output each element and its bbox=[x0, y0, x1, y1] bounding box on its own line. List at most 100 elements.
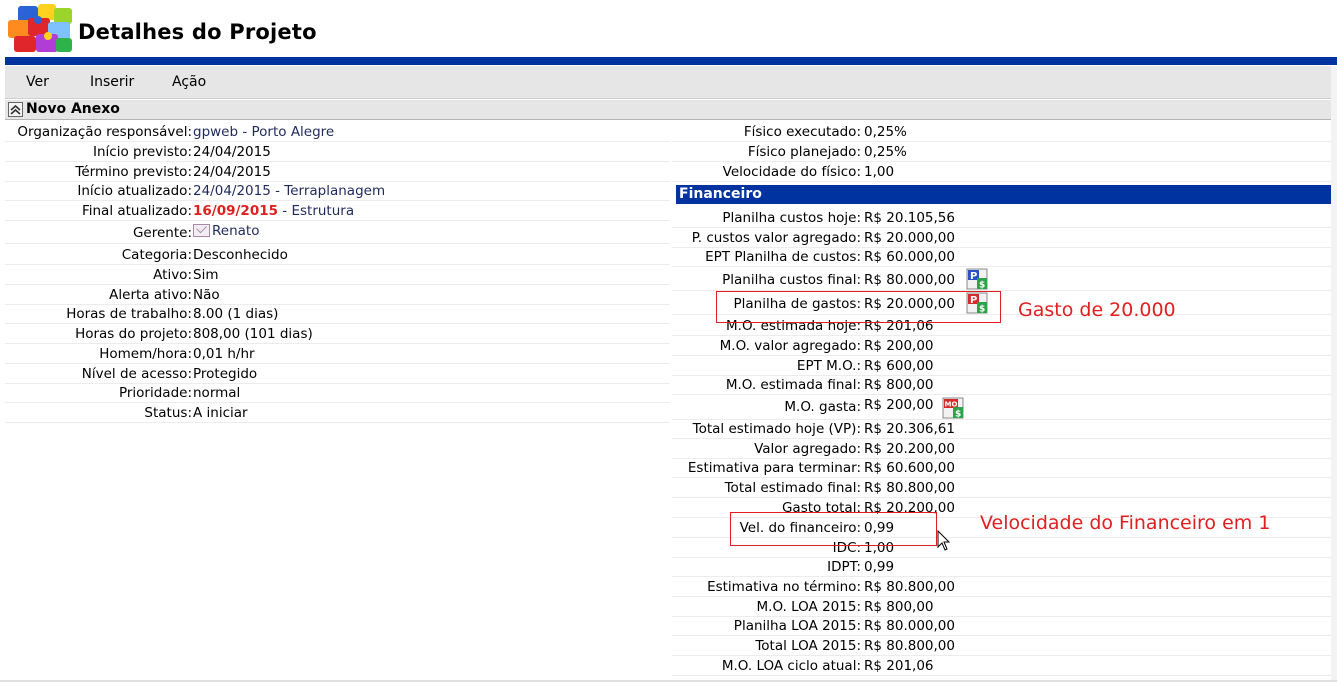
financial-row: Total LOA 2015: R$ 80.800,00 bbox=[672, 637, 1337, 656]
financial-row: M.O. LOA ciclo atual: R$ 201,06 bbox=[672, 657, 1337, 676]
physical-value: 0,25% bbox=[864, 144, 907, 160]
annotation-box-velocidade bbox=[730, 512, 937, 546]
financial-value: R$ 800,00 bbox=[864, 599, 934, 615]
financial-value: R$ 80.000,00 bbox=[864, 618, 955, 634]
detail-row: Horas de trabalho: 8.00 (1 dias) bbox=[5, 305, 670, 324]
financial-value: R$ 80.000,00 bbox=[864, 272, 955, 288]
physical-label: Físico planejado: bbox=[747, 144, 861, 160]
financial-label: P. custos valor agregado: bbox=[691, 230, 861, 246]
detail-value: Renato bbox=[193, 223, 259, 239]
section-title: Novo Anexo bbox=[26, 101, 120, 117]
project-details-panel: Organização responsável: gpweb - Porto A… bbox=[5, 123, 670, 423]
financial-row: EPT Planilha de custos: R$ 60.000,00 bbox=[672, 248, 1337, 267]
section-header: Novo Anexo bbox=[5, 100, 1337, 120]
detail-label: Status: bbox=[144, 405, 192, 421]
detail-row: Final atualizado: 16/09/2015 - Estrutura bbox=[5, 202, 670, 221]
detail-row: Prioridade: normal bbox=[5, 384, 670, 403]
financial-label: M.O. estimada final: bbox=[725, 377, 861, 393]
financial-label: EPT Planilha de custos: bbox=[705, 249, 861, 265]
financial-subheader: Financeiro bbox=[676, 185, 1333, 204]
detail-value: 24/04/2015 bbox=[193, 164, 271, 180]
detail-value: Protegido bbox=[193, 366, 258, 382]
detail-row: Horas do projeto: 808,00 (101 dias) bbox=[5, 325, 670, 344]
financial-value: R$ 20.105,56 bbox=[864, 210, 955, 226]
detail-value: 24/04/2015 bbox=[193, 144, 271, 160]
financial-label: M.O. LOA 2015: bbox=[756, 599, 861, 615]
detail-value: 808,00 (101 dias) bbox=[193, 326, 313, 342]
annotation-gasto: Gasto de 20.000 bbox=[1018, 299, 1176, 321]
organization-link[interactable]: gpweb - Porto Alegre bbox=[193, 124, 334, 140]
detail-value: 16/09/2015 - Estrutura bbox=[193, 203, 354, 219]
financial-label: EPT M.O.: bbox=[796, 358, 861, 374]
menu-acao[interactable]: Ação bbox=[172, 74, 206, 90]
financial-panel: Físico executado: 0,25% Físico planejado… bbox=[672, 123, 1337, 682]
detail-label: Nível de acesso: bbox=[81, 366, 192, 382]
detail-value: normal bbox=[193, 385, 241, 401]
detail-row: Alerta ativo: Não bbox=[5, 286, 670, 305]
financial-row: M.O. gasta: R$ 200,00 MO $ bbox=[672, 396, 1337, 420]
detail-value: 0,01 h/hr bbox=[193, 346, 255, 362]
detail-label: Homem/hora: bbox=[99, 346, 192, 362]
svg-text:P: P bbox=[970, 271, 977, 282]
detail-row: Status: A iniciar bbox=[5, 404, 670, 423]
svg-text:$: $ bbox=[955, 410, 961, 420]
financial-value: R$ 201,06 bbox=[864, 658, 934, 674]
physical-label: Físico executado: bbox=[743, 124, 861, 140]
detail-row: Ativo: Sim bbox=[5, 266, 670, 285]
financial-label: Estimativa para terminar: bbox=[687, 460, 861, 476]
physical-row: Físico planejado: 0,25% bbox=[672, 143, 1337, 162]
financial-label: M.O. gasta: bbox=[784, 399, 861, 415]
menu-bar: Ver Inserir Ação bbox=[5, 66, 1337, 99]
double-chevron-up-icon[interactable] bbox=[8, 102, 23, 117]
detail-row: Gerente: Renato bbox=[5, 223, 670, 244]
detail-value: A iniciar bbox=[193, 405, 248, 421]
detail-label: Início previsto: bbox=[92, 144, 192, 160]
menu-inserir[interactable]: Inserir bbox=[90, 74, 134, 90]
financial-value: R$ 80.800,00 bbox=[864, 579, 955, 595]
financial-value: R$ 20.000,00 bbox=[864, 230, 955, 246]
financial-value: R$ 600,00 bbox=[864, 358, 934, 374]
scrollbar[interactable] bbox=[1331, 66, 1337, 682]
financial-row: Planilha custos hoje: R$ 20.105,56 bbox=[672, 209, 1337, 228]
envelope-icon[interactable] bbox=[193, 224, 210, 237]
detail-row: Início previsto: 24/04/2015 bbox=[5, 143, 670, 162]
physical-row: Físico executado: 0,25% bbox=[672, 123, 1337, 142]
detail-label: Horas do projeto: bbox=[75, 326, 192, 342]
detail-row: Organização responsável: gpweb - Porto A… bbox=[5, 123, 670, 142]
annotation-box-gasto bbox=[716, 291, 1001, 323]
financial-value: R$ 200,00 bbox=[864, 338, 934, 354]
financial-row: Estimativa para terminar: R$ 60.600,00 bbox=[672, 459, 1337, 478]
cost-sheet-icon[interactable]: P $ bbox=[966, 268, 988, 290]
detail-row: Término previsto: 24/04/2015 bbox=[5, 163, 670, 182]
financial-row: Planilha custos final: R$ 80.000,00 P $ bbox=[672, 268, 1337, 291]
detail-value: Desconhecido bbox=[193, 247, 288, 263]
financial-value: R$ 60.600,00 bbox=[864, 460, 955, 476]
svg-text:$: $ bbox=[979, 281, 985, 291]
financial-row: M.O. LOA 2015: R$ 800,00 bbox=[672, 598, 1337, 617]
financial-row: IDPT: 0,99 bbox=[672, 558, 1337, 577]
detail-value: Sim bbox=[193, 267, 219, 283]
financial-row: M.O. estimada final: R$ 800,00 bbox=[672, 376, 1337, 395]
labor-cost-icon[interactable]: MO $ bbox=[942, 397, 964, 419]
menu-ver[interactable]: Ver bbox=[26, 74, 49, 90]
header-accent-bar bbox=[5, 57, 1337, 65]
financial-value: R$ 80.800,00 bbox=[864, 638, 955, 654]
detail-label: Final atualizado: bbox=[81, 203, 192, 219]
detail-value-link[interactable]: 24/04/2015 - Terraplanagem bbox=[193, 183, 385, 199]
final-task-link[interactable]: - Estrutura bbox=[278, 203, 354, 219]
physical-value: 1,00 bbox=[864, 164, 895, 180]
physical-value: 0,25% bbox=[864, 124, 907, 140]
mouse-pointer-icon bbox=[937, 530, 951, 551]
financial-label: Total estimado hoje (VP): bbox=[692, 421, 861, 437]
detail-row: Homem/hora: 0,01 h/hr bbox=[5, 345, 670, 364]
manager-link[interactable]: Renato bbox=[212, 223, 259, 239]
financial-label: Planilha LOA 2015: bbox=[733, 618, 861, 634]
financial-row: Valor agregado: R$ 20.200,00 bbox=[672, 440, 1337, 459]
financial-value: 0,99 bbox=[864, 559, 895, 575]
financial-row: Planilha LOA 2015: R$ 80.000,00 bbox=[672, 617, 1337, 636]
detail-label: Categoria: bbox=[121, 247, 192, 263]
financial-row: P. custos valor agregado: R$ 20.000,00 bbox=[672, 229, 1337, 248]
page-title: Detalhes do Projeto bbox=[78, 20, 317, 44]
physical-label: Velocidade do físico: bbox=[722, 164, 861, 180]
final-date: 16/09/2015 bbox=[193, 203, 279, 219]
